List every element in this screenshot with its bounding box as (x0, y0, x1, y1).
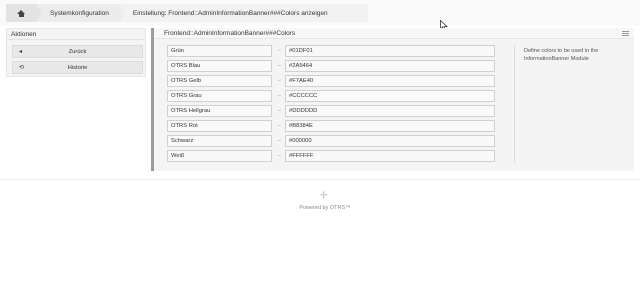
hash-row: OTRS Gelb → #F7AE40 (167, 75, 497, 87)
otrs-logo-icon: ✢ (320, 190, 328, 200)
home-icon (17, 9, 25, 17)
hash-key-field[interactable]: Schwarz (167, 135, 272, 147)
hash-row: OTRS Rot → #B8384E (167, 120, 497, 132)
setting-description: Define colors to be used in the Informat… (524, 48, 599, 62)
actions-sidebar: Aktionen ◂ Zurück ⟲ Historie (6, 28, 146, 77)
setting-title: Frontend::AdminInformationBanner###Color… (154, 28, 634, 39)
caret-left-icon: ◂ (19, 49, 23, 55)
footer-divider (0, 179, 640, 180)
hash-value-field[interactable]: #CCCCCC (285, 90, 495, 102)
menu-icon[interactable] (622, 31, 629, 36)
powered-by-text[interactable]: Powered by OTRS™ (270, 205, 380, 211)
hash-value-field[interactable]: #F7AE40 (285, 75, 495, 87)
hash-key-field[interactable]: OTRS Hellgrau (167, 105, 272, 117)
hash-key-field[interactable]: OTRS Grau (167, 90, 272, 102)
back-button-label: Zurück (68, 48, 87, 55)
arrow-right-icon: → (276, 137, 282, 143)
arrow-right-icon: → (276, 77, 282, 83)
arrow-right-icon: → (276, 107, 282, 113)
hash-value-field[interactable]: #000000 (285, 135, 495, 147)
breadcrumb-current-setting: Einstellung: Frontend::AdminInformationB… (118, 4, 368, 22)
hash-row: OTRS Hellgrau → #DDDDDD (167, 105, 497, 117)
divider (514, 45, 515, 163)
hash-key-field[interactable]: OTRS Rot (167, 120, 272, 132)
hash-value-field[interactable]: #01DF01 (285, 45, 495, 57)
arrow-right-icon: → (276, 47, 282, 53)
hash-key-field[interactable]: OTRS Blau (167, 60, 272, 72)
breadcrumb-label: Systemkonfiguration (50, 9, 109, 17)
hash-row: OTRS Grau → #CCCCCC (167, 90, 497, 102)
hash-value-field[interactable]: #DDDDDD (285, 105, 495, 117)
history-button-label: Historie (67, 64, 88, 71)
arrow-right-icon: → (276, 92, 282, 98)
hash-value-field[interactable]: #B8384E (285, 120, 495, 132)
breadcrumb: Systemkonfiguration Einstellung: Fronten… (6, 4, 368, 22)
setting-panel: Frontend::AdminInformationBanner###Color… (151, 28, 634, 171)
hash-row: OTRS Blau → #2A5464 (167, 60, 497, 72)
history-button[interactable]: ⟲ Historie (12, 61, 143, 74)
hash-value-field[interactable]: #2A5464 (285, 60, 495, 72)
breadcrumb-home[interactable] (6, 4, 42, 22)
breadcrumb-label: Einstellung: Frontend::AdminInformationB… (132, 9, 328, 17)
back-button[interactable]: ◂ Zurück (12, 45, 143, 58)
hash-key-field[interactable]: OTRS Gelb (167, 75, 272, 87)
hash-row: Schwarz → #000000 (167, 135, 497, 147)
hash-row: Weiß → #FFFFFF (167, 150, 497, 162)
breadcrumb-systemkonfiguration[interactable]: Systemkonfiguration (36, 4, 125, 22)
top-bar: Systemkonfiguration Einstellung: Fronten… (0, 0, 640, 26)
hash-key-field[interactable]: Weiß (167, 150, 272, 162)
arrow-right-icon: → (276, 122, 282, 128)
arrow-right-icon: → (276, 152, 282, 158)
hash-key-field[interactable]: Grün (167, 45, 272, 57)
hash-row: Grün → #01DF01 (167, 45, 497, 57)
sidebar-title: Aktionen (7, 29, 145, 40)
hash-value-field[interactable]: #FFFFFF (285, 150, 495, 162)
history-icon: ⟲ (19, 65, 25, 71)
arrow-right-icon: → (276, 62, 282, 68)
